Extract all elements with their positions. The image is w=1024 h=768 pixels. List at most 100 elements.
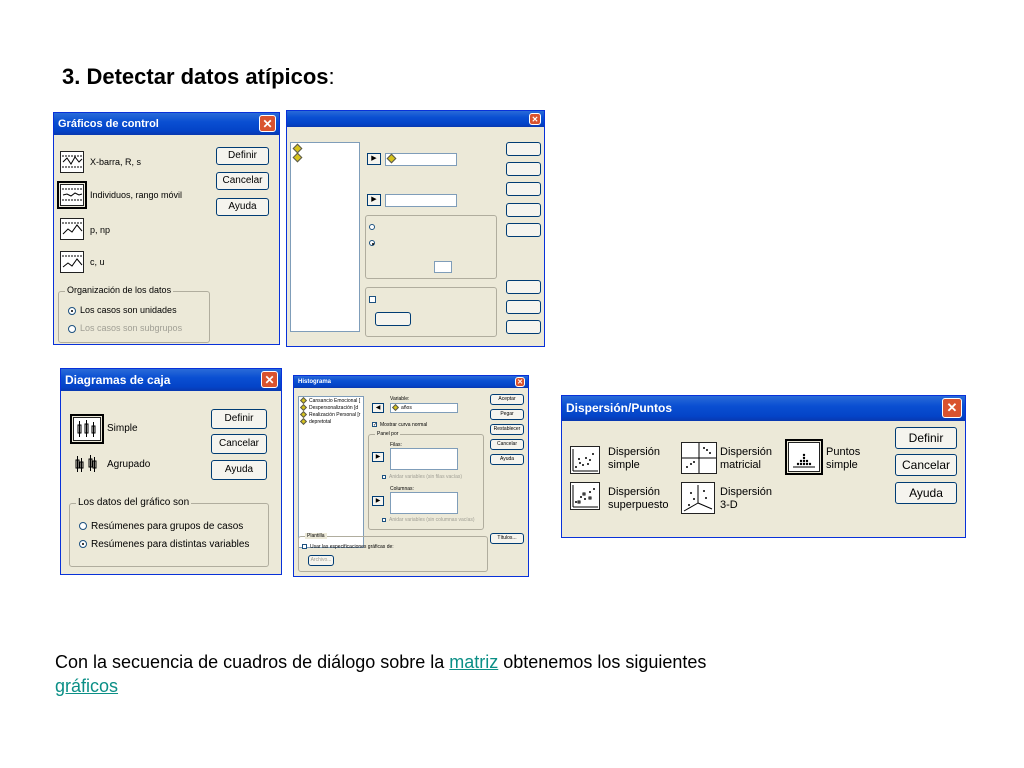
- use-template-check[interactable]: Usar las especificaciones gráficas de:: [302, 544, 394, 550]
- graphics-link[interactable]: gráficos: [55, 676, 118, 696]
- options-button[interactable]: [506, 300, 541, 314]
- boxplot-item-simple[interactable]: Simple: [107, 423, 138, 434]
- close-icon[interactable]: ✕: [529, 113, 541, 125]
- scatter-3d-icon[interactable]: [681, 482, 715, 514]
- close-icon[interactable]: ✕: [515, 377, 525, 387]
- radio-individuals-moving-range[interactable]: [369, 224, 379, 231]
- cancel-button[interactable]: Cancelar: [211, 434, 267, 454]
- scatter-item-overlay[interactable]: Dispersión superpuesto: [608, 486, 669, 512]
- define-button[interactable]: Definir: [211, 409, 267, 429]
- scatter-item-matrix[interactable]: Dispersión matricial: [720, 446, 772, 472]
- close-icon[interactable]: ✕: [942, 398, 962, 418]
- cancel-button[interactable]: Cancelar: [490, 439, 524, 450]
- span-field[interactable]: [434, 261, 452, 273]
- reset-button[interactable]: Restablecer: [490, 424, 524, 435]
- xbar-chart-icon[interactable]: [60, 151, 84, 173]
- data-organization-group: Organización de los datos: [58, 285, 210, 343]
- help-button[interactable]: [506, 223, 541, 237]
- control-item-c[interactable]: c, u: [90, 257, 105, 267]
- reset-button[interactable]: [506, 182, 541, 196]
- rows-field[interactable]: [390, 448, 458, 470]
- close-icon[interactable]: ✕: [261, 371, 278, 388]
- radio-icon[interactable]: [79, 522, 87, 531]
- subgroups-field[interactable]: [385, 194, 457, 207]
- help-button[interactable]: Ayuda: [490, 454, 524, 465]
- accept-button[interactable]: Aceptar: [490, 394, 524, 405]
- normal-curve-check[interactable]: ✓ Mostrar curva normal: [372, 422, 427, 428]
- move-measure-button[interactable]: ▶: [367, 153, 381, 165]
- list-item[interactable]: [291, 143, 359, 154]
- variable-icon: [386, 153, 397, 164]
- simple-boxplot-icon[interactable]: [70, 414, 104, 444]
- apply-template-check[interactable]: [369, 296, 379, 303]
- cancel-button[interactable]: Cancelar: [216, 172, 269, 190]
- individuals-chart-icon[interactable]: [57, 181, 87, 209]
- control-item-p[interactable]: p, np: [90, 225, 110, 235]
- move-variable-button[interactable]: ◀: [372, 403, 384, 413]
- define-button[interactable]: Definir: [216, 147, 269, 165]
- overlay-scatter-icon[interactable]: [570, 482, 600, 510]
- paste-button[interactable]: [506, 162, 541, 176]
- list-item[interactable]: Despersonalización [d: [299, 404, 363, 412]
- radio-cases-subgroups[interactable]: Los casos son subgrupos: [68, 323, 182, 333]
- control-charts-dialog: Gráficos de control ✕ X-barra, R, s Indi…: [53, 112, 280, 345]
- nest-columns-check[interactable]: Anidar variables (sin columnas vacías): [382, 517, 475, 523]
- radio-icon[interactable]: [79, 540, 87, 549]
- scatter-item-simple[interactable]: Dispersión simple: [608, 446, 660, 472]
- help-button[interactable]: Ayuda: [216, 198, 269, 216]
- list-item[interactable]: depretotal: [299, 418, 363, 426]
- data-organization-label: Organización de los datos: [65, 285, 174, 295]
- list-item[interactable]: [291, 152, 359, 163]
- grouped-boxplot-icon[interactable]: [73, 453, 101, 477]
- move-columns-button[interactable]: ▶: [372, 496, 384, 506]
- variable-list[interactable]: Cansancio Emocional [ Despersonalización…: [298, 396, 364, 548]
- radio-icon[interactable]: [68, 306, 76, 315]
- c-chart-icon[interactable]: [60, 251, 84, 273]
- titles-button[interactable]: [506, 280, 541, 294]
- cancel-button[interactable]: [506, 203, 541, 217]
- columns-field[interactable]: [390, 492, 458, 514]
- list-item[interactable]: Realización Personal [r: [299, 411, 363, 419]
- radio-icon[interactable]: [369, 240, 375, 246]
- nest-rows-check[interactable]: Anidar variables (sin filas vacías): [382, 474, 462, 480]
- paste-button[interactable]: Pegar: [490, 409, 524, 420]
- move-rows-button[interactable]: ▶: [372, 452, 384, 462]
- move-subgroups-button[interactable]: ▶: [367, 194, 381, 206]
- checkbox-icon[interactable]: [382, 517, 386, 522]
- scatter-item-3d[interactable]: Dispersión 3-D: [720, 486, 772, 512]
- scatter-item-dot[interactable]: Puntos simple: [826, 446, 860, 472]
- statistics-button[interactable]: [506, 320, 541, 334]
- titles-button[interactable]: Títulos...: [490, 533, 524, 544]
- cancel-button[interactable]: Cancelar: [895, 454, 957, 476]
- matrix-scatter-icon[interactable]: [681, 442, 717, 474]
- help-button[interactable]: Ayuda: [895, 482, 957, 504]
- control-item-xbar[interactable]: X-barra, R, s: [90, 157, 141, 167]
- checkbox-icon[interactable]: [302, 544, 307, 550]
- variable-field[interactable]: años: [390, 403, 458, 413]
- radio-individuals[interactable]: [369, 240, 379, 247]
- help-button[interactable]: Ayuda: [211, 460, 267, 480]
- p-chart-icon[interactable]: [60, 218, 84, 240]
- radio-cases-units[interactable]: Los casos son unidades: [68, 305, 177, 315]
- control-item-individuals[interactable]: Individuos, rango móvil: [90, 190, 182, 200]
- accept-button[interactable]: [506, 142, 541, 156]
- boxplot-item-grouped[interactable]: Agrupado: [107, 459, 150, 470]
- close-icon[interactable]: ✕: [259, 115, 276, 132]
- file-button[interactable]: [375, 312, 411, 326]
- define-button[interactable]: Definir: [895, 427, 957, 449]
- checkbox-icon[interactable]: [382, 474, 386, 479]
- radio-icon[interactable]: [369, 224, 375, 230]
- matrix-link[interactable]: matriz: [449, 652, 498, 672]
- simple-scatter-icon[interactable]: [570, 446, 600, 474]
- file-button[interactable]: Archivo...: [308, 555, 334, 566]
- list-item[interactable]: Cansancio Emocional [: [299, 397, 363, 405]
- radio-group-summaries[interactable]: Resúmenes para grupos de casos: [79, 521, 243, 532]
- radio-variable-summaries[interactable]: Resúmenes para distintas variables: [79, 539, 249, 550]
- simple-dot-icon[interactable]: [785, 439, 823, 475]
- graphs-group: [365, 215, 497, 279]
- checkbox-icon[interactable]: [369, 296, 376, 303]
- measure-field[interactable]: [385, 153, 457, 166]
- radio-icon[interactable]: [68, 324, 76, 333]
- variable-list[interactable]: [290, 142, 360, 332]
- checkbox-icon[interactable]: ✓: [372, 422, 377, 428]
